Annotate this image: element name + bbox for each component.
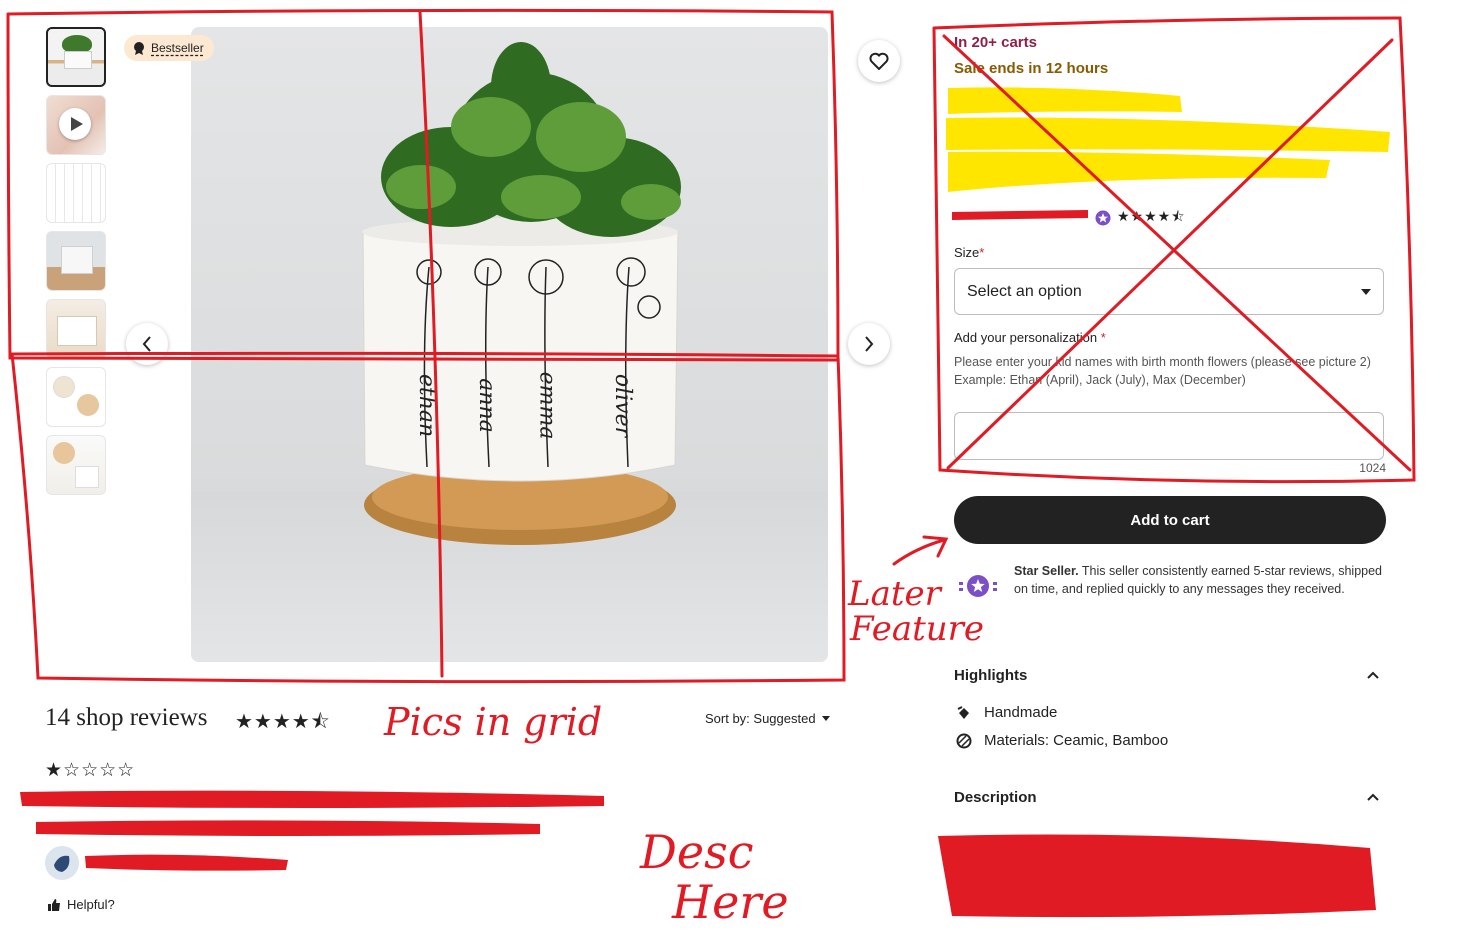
thumbnail-7[interactable] [46,435,106,495]
thumbnail-1[interactable] [46,27,106,87]
size-label: Size* [954,245,984,260]
thumbnail-strip [46,27,108,503]
sort-dropdown[interactable]: Sort by: Suggested [705,711,830,726]
highlight-item-handmade: Handmade [956,704,1057,721]
chevron-right-icon [865,336,874,352]
highlight-item-materials: Materials: Ceamic, Bamboo [956,732,1168,749]
chevron-up-icon [1367,793,1379,801]
personalization-label-text: Add your personalization [954,330,1098,345]
thumbnail-4[interactable] [46,231,106,291]
materials-icon [956,733,972,748]
chevron-up-icon [1367,671,1379,679]
annotation-pics-in-grid: Pics in grid [383,700,602,744]
hand-icon [957,705,969,719]
description-title: Description [954,789,1037,806]
planter-illustration [362,42,681,545]
char-counter: 1024 [1359,461,1386,475]
pot-name-4: oliver [610,373,636,438]
annotation-later: Later [847,574,943,614]
highlight-item-materials-label: Materials: Ceamic, Bamboo [984,732,1169,749]
carts-count: In 20+ carts [954,34,1037,51]
shop-rating: ★★★★⯪ [1095,206,1185,230]
play-icon [59,108,91,140]
size-select-value: Select an option [967,282,1082,300]
thumbnail-3[interactable] [46,163,106,223]
star-seller-title: Star Seller. [1014,564,1079,578]
thumbnail-6[interactable] [46,367,106,427]
highlight-item-handmade-label: Handmade [984,704,1058,721]
prev-image-button[interactable] [126,323,168,365]
shop-rating-stars: ★★★★⯪ [1117,208,1186,224]
star-seller-icon [958,568,998,609]
personalization-label: Add your personalization * [954,330,1106,345]
highlights-title: Highlights [954,667,1028,684]
chevron-left-icon [142,336,151,352]
sale-timer: Sale ends in 12 hours [954,60,1109,77]
thumbnail-5[interactable] [46,299,106,359]
favorite-button[interactable] [858,40,900,82]
personalization-hint-line-2: Example: Ethan (April), Jack (July), Max… [954,373,1246,387]
personalization-input[interactable] [954,412,1384,460]
size-select[interactable]: Select an option [954,268,1384,315]
bestseller-label: Bestseller [151,41,204,55]
personalization-required-mark: * [1100,330,1106,345]
star-seller-badge-icon [1095,210,1111,226]
description-toggle[interactable] [1366,790,1380,808]
add-to-cart-button[interactable]: Add to cart [954,496,1386,544]
thumbnail-video[interactable] [46,95,106,155]
main-product-image[interactable]: ethan anna emma oliver [191,27,828,662]
reviews-rating-stars: ★★★★⯪ [235,711,331,733]
reviews-title: 14 shop reviews [45,704,208,731]
caret-down-icon [821,716,830,721]
heart-icon [869,52,889,70]
annotation-feature: Feature [849,609,984,649]
pot-name-1: ethan [414,373,440,438]
reviewer-avatar [45,846,79,880]
sort-label: Sort by: Suggested [705,711,816,726]
annotation-here: Here [671,875,789,929]
highlights-toggle[interactable] [1366,668,1380,686]
pot-name-3: emma [534,371,560,440]
helpful-label: Helpful? [67,897,115,912]
size-label-text: Size [954,245,980,260]
next-image-button[interactable] [848,323,890,365]
personalization-hint: Please enter your kid names with birth m… [954,353,1374,389]
thumbs-up-icon [48,898,60,911]
helpful-button[interactable]: Helpful? [47,897,115,912]
annotation-desc: Desc [639,825,753,879]
review-stars: ★☆☆☆☆ [45,760,136,781]
personalization-hint-line-1: Please enter your kid names with birth m… [954,355,1371,369]
bestseller-badge: Bestseller [124,35,214,61]
award-icon [134,42,144,55]
pot-name-2: anna [473,378,499,433]
star-seller-text: Star Seller. This seller consistently ea… [1014,562,1386,598]
required-mark: * [979,245,985,260]
caret-down-icon [1361,288,1371,295]
